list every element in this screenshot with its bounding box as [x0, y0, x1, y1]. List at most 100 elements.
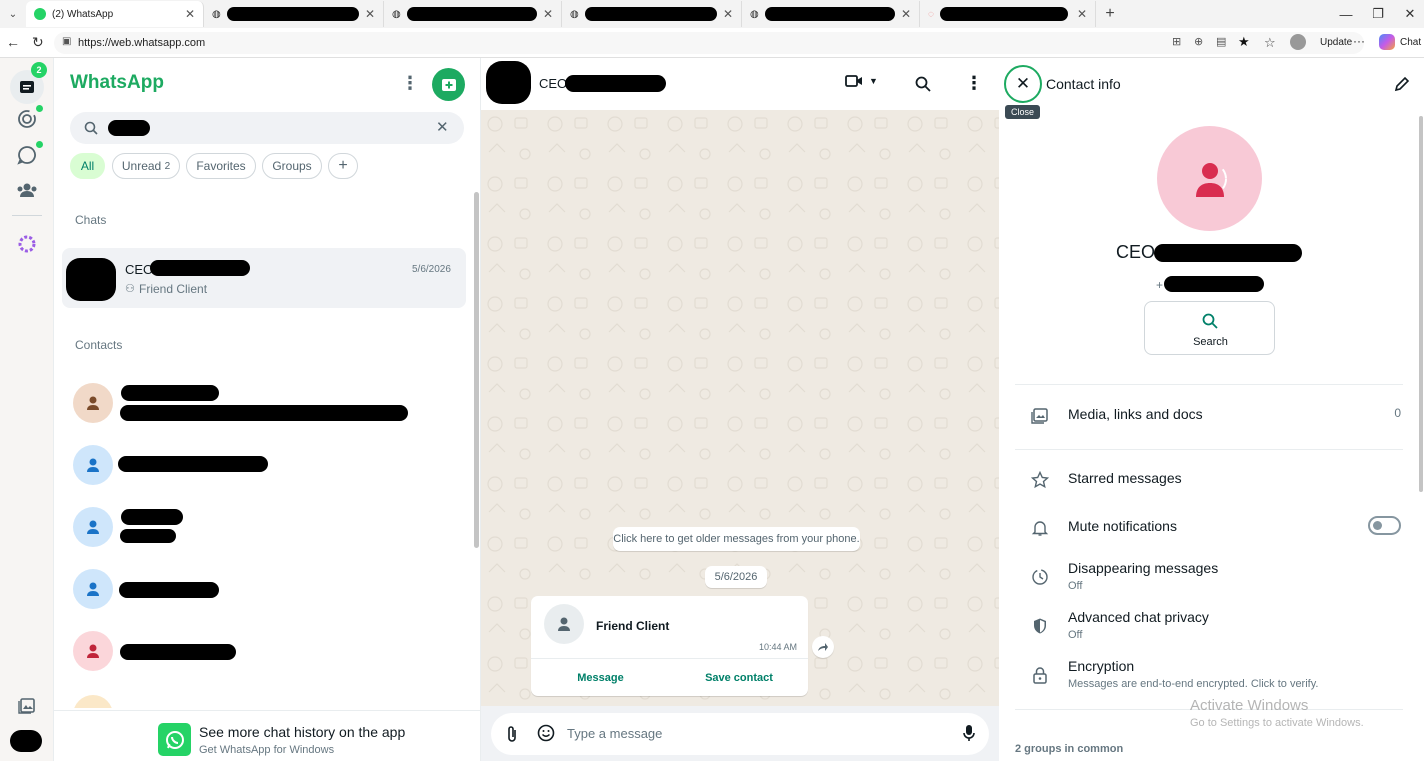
microphone-icon[interactable]: [963, 724, 975, 742]
whatsapp-tab-icon: [34, 8, 46, 20]
close-tab-icon[interactable]: ✕: [543, 7, 553, 21]
refresh-button[interactable]: ↻: [32, 34, 44, 51]
update-button[interactable]: Update: [1320, 37, 1352, 48]
copilot-chat-label[interactable]: Chat: [1400, 37, 1421, 48]
close-window-button[interactable]: ✕: [1388, 0, 1424, 28]
older-messages-notice[interactable]: Click here to get older messages from yo…: [613, 527, 860, 551]
list-scrollbar[interactable]: [474, 192, 479, 548]
edit-icon[interactable]: [1394, 76, 1410, 92]
redacted-tab-title: [406, 7, 537, 21]
close-tab-icon[interactable]: ✕: [901, 7, 911, 21]
back-button[interactable]: ←: [6, 34, 20, 50]
tab-actions-menu[interactable]: ⌄: [0, 1, 26, 27]
message-contact-button[interactable]: Message: [531, 659, 670, 696]
clear-search-icon[interactable]: ✕: [436, 118, 449, 136]
filter-all[interactable]: All: [70, 153, 105, 179]
close-tab-icon[interactable]: ✕: [185, 7, 195, 21]
contact-item[interactable]: [54, 626, 474, 682]
tab-redacted-5[interactable]: ◌ ✕: [920, 1, 1096, 27]
contact-about-redacted: [120, 529, 176, 543]
contact-item[interactable]: [54, 564, 474, 620]
more-menu-icon[interactable]: ···: [1353, 34, 1365, 48]
favorites-icon[interactable]: ☆: [1264, 35, 1276, 51]
new-chat-button[interactable]: [432, 68, 465, 101]
bell-icon: [1031, 521, 1049, 536]
communities-nav-button[interactable]: [14, 177, 40, 203]
chat-avatar-redacted: [66, 258, 116, 301]
promo-banner[interactable]: See more chat history on the app Get Wha…: [54, 710, 480, 761]
search-input[interactable]: ✕: [70, 112, 464, 144]
advanced-privacy-row[interactable]: Advanced chat privacy Off: [1031, 609, 1401, 641]
add-filter-button[interactable]: +: [328, 153, 358, 179]
save-contact-button[interactable]: Save contact: [670, 659, 808, 696]
contact-name-redacted: [118, 456, 268, 472]
contact-search-button[interactable]: Search: [1144, 301, 1275, 355]
encryption-description: Messages are end-to-end encrypted. Click…: [1068, 678, 1319, 690]
reader-icon[interactable]: ▤: [1216, 35, 1226, 48]
media-nav-button[interactable]: [14, 692, 40, 718]
close-tab-icon[interactable]: ✕: [723, 7, 733, 21]
close-tab-icon[interactable]: ✕: [1077, 7, 1087, 21]
person-icon: [558, 617, 570, 631]
filter-favorites[interactable]: Favorites: [186, 153, 256, 179]
search-icon[interactable]: [915, 76, 931, 92]
disappearing-label: Disappearing messages: [1068, 560, 1219, 576]
profile-avatar[interactable]: [1290, 34, 1306, 50]
copilot-icon[interactable]: [1379, 34, 1395, 50]
tab-redacted-4[interactable]: ◍ ✕: [742, 1, 920, 27]
info-scrollbar[interactable]: [1419, 116, 1423, 492]
contact-card-time: 10:44 AM: [759, 642, 798, 652]
message-input[interactable]: Type a message: [567, 726, 937, 741]
contact-item[interactable]: [54, 440, 474, 496]
filter-unread[interactable]: Unread 2: [112, 153, 180, 179]
chats-icon: [20, 81, 34, 93]
menu-button[interactable]: ⋮: [401, 74, 419, 92]
media-links-docs-row[interactable]: Media, links and docs 0: [1031, 406, 1401, 425]
filter-groups[interactable]: Groups: [262, 153, 322, 179]
forward-button[interactable]: [812, 636, 834, 658]
zoom-icon[interactable]: ⊕: [1194, 35, 1203, 48]
search-icon: [84, 121, 98, 135]
new-tab-button[interactable]: +: [1096, 5, 1124, 23]
meta-ai-icon: [18, 235, 36, 253]
emoji-icon[interactable]: [537, 724, 555, 742]
starred-label: Starred messages: [1068, 470, 1182, 486]
filter-favorites-label: Favorites: [196, 159, 246, 173]
disappearing-messages-row[interactable]: Disappearing messages Off: [1031, 560, 1401, 592]
contact-item-partial[interactable]: [54, 690, 474, 708]
starred-messages-row[interactable]: Starred messages: [1031, 470, 1401, 489]
menu-icon[interactable]: ⋮: [965, 74, 983, 92]
conversation-avatar-redacted: [486, 61, 531, 104]
chat-item-ceo[interactable]: CEO 5/6/2026 ⚇ Friend Client: [62, 248, 466, 308]
tab-whatsapp[interactable]: (2) WhatsApp ✕: [26, 1, 204, 27]
person-icon: [87, 458, 99, 472]
tab-redacted-2[interactable]: ◍ ✕: [384, 1, 562, 27]
chat-name-redacted: [150, 260, 250, 276]
tab-redacted-1[interactable]: ◍ ✕: [204, 1, 384, 27]
attach-icon[interactable]: [505, 725, 519, 743]
encryption-row[interactable]: Encryption Messages are end-to-end encry…: [1031, 658, 1401, 690]
close-tab-icon[interactable]: ✕: [365, 7, 375, 21]
meta-ai-button[interactable]: [14, 231, 40, 257]
contact-item[interactable]: [54, 502, 474, 558]
url-field[interactable]: ▣ https://web.whatsapp.com ⊞ ⊕ ▤ ★: [54, 32, 1364, 54]
conversation-header[interactable]: CEO ▼ ⋮: [481, 58, 999, 110]
mute-toggle[interactable]: [1368, 516, 1401, 535]
app-title: WhatsApp: [70, 72, 164, 93]
person-icon: [87, 644, 99, 658]
mute-notifications-row[interactable]: Mute notifications: [1031, 516, 1401, 537]
person-icon: [87, 520, 99, 534]
tab-title: (2) WhatsApp: [52, 8, 114, 20]
tab-redacted-3[interactable]: ◍ ✕: [562, 1, 742, 27]
site-info-icon[interactable]: ▣: [62, 36, 71, 47]
close-info-button[interactable]: ✕: [1004, 65, 1042, 103]
favorite-star-icon[interactable]: ★: [1238, 34, 1250, 50]
section-divider: [1015, 449, 1403, 450]
video-call-button[interactable]: ▼: [845, 74, 878, 88]
app-available-icon[interactable]: ⊞: [1172, 35, 1181, 48]
contact-info-panel: ✕ Close Contact info CEO + Search Media,…: [999, 58, 1424, 761]
profile-avatar-redacted[interactable]: [10, 730, 42, 752]
globe-icon: ◍: [750, 8, 759, 20]
avatar: [73, 383, 113, 423]
contact-item[interactable]: [54, 378, 474, 434]
